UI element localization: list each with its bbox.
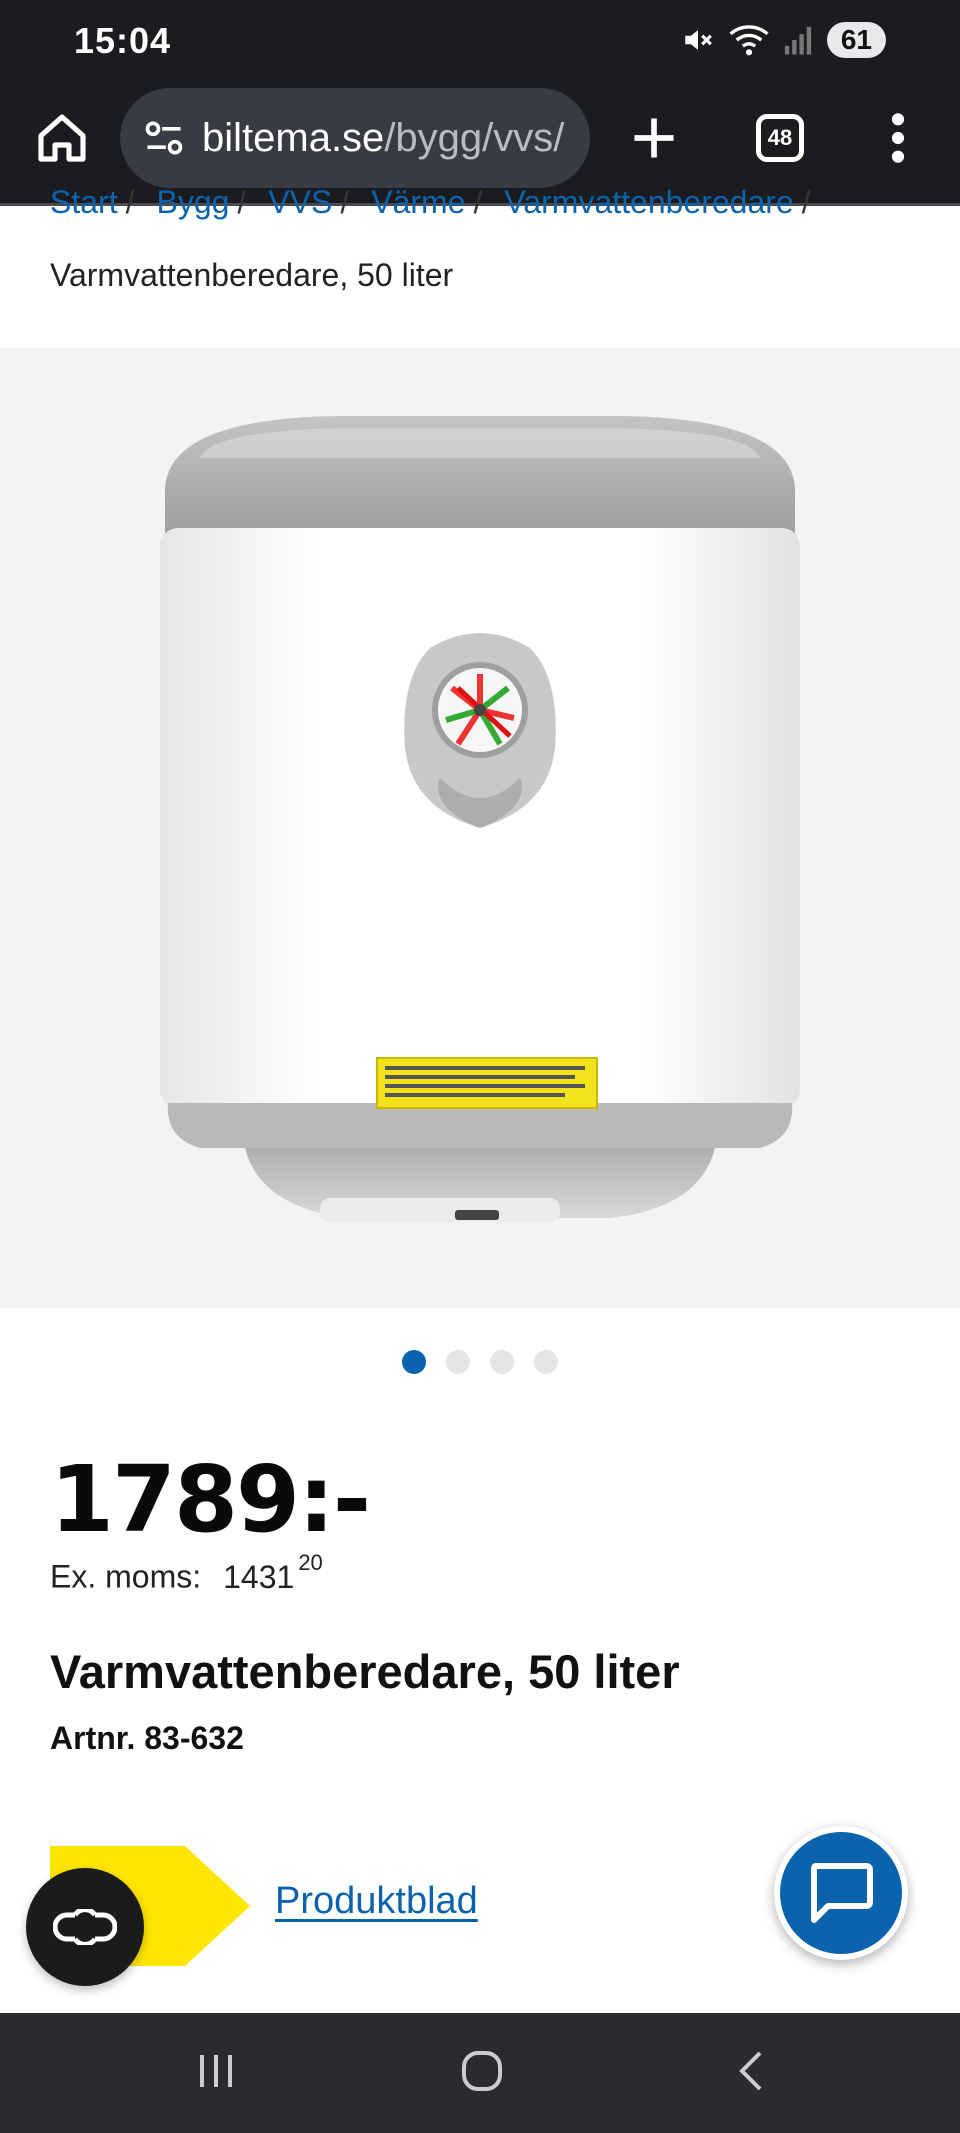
- browser-toolbar: biltema.se/bygg/vvs/ 48: [0, 84, 960, 206]
- carousel-dot-2[interactable]: [446, 1350, 470, 1374]
- tab-switcher-button[interactable]: 48: [756, 114, 804, 162]
- breadcrumb-start[interactable]: Start: [50, 190, 118, 221]
- more-menu-icon[interactable]: [886, 110, 910, 166]
- carousel-dot-3[interactable]: [490, 1350, 514, 1374]
- url-path: /bygg/vvs/: [384, 115, 565, 160]
- infinity-link-icon: [53, 1909, 117, 1945]
- compare-button[interactable]: [26, 1868, 144, 1986]
- breadcrumb-varmvattenberedare[interactable]: Varmvattenberedare: [504, 190, 793, 221]
- home-icon[interactable]: [34, 110, 90, 166]
- mute-icon: [685, 30, 712, 50]
- nav-home-icon[interactable]: [460, 2049, 504, 2093]
- article-number: Artnr. 83-632: [50, 1720, 244, 1756]
- breadcrumb-separator: /: [125, 190, 135, 220]
- carousel-dot-1[interactable]: [402, 1350, 426, 1374]
- url-domain: biltema.se: [202, 115, 385, 160]
- carousel-dot-4[interactable]: [534, 1350, 558, 1374]
- address-bar[interactable]: biltema.se/bygg/vvs/: [120, 88, 590, 188]
- chat-button[interactable]: [774, 1826, 908, 1960]
- breadcrumb-vvs[interactable]: VVS: [268, 190, 332, 221]
- ex-moms-decimals: 20: [298, 1550, 323, 1575]
- product-price: 1789:-: [50, 1446, 371, 1553]
- back-icon[interactable]: [732, 2051, 772, 2091]
- url-text[interactable]: biltema.se/bygg/vvs/: [202, 116, 578, 161]
- chat-icon: [811, 1863, 873, 1923]
- site-settings-icon[interactable]: [142, 116, 186, 160]
- signal-icon: [784, 26, 811, 55]
- status-time: 15:04: [74, 20, 172, 61]
- new-tab-icon[interactable]: [628, 112, 680, 164]
- breadcrumb-separator: /: [237, 190, 247, 220]
- price-ex-moms: Ex. moms: 1431 20: [50, 1550, 323, 1596]
- status-bar: 15:04 61: [0, 0, 960, 84]
- status-icons: 61: [681, 22, 886, 58]
- wifi-icon: [729, 25, 769, 56]
- produktblad-link[interactable]: Produktblad: [275, 1880, 478, 1923]
- breadcrumb-current: Varmvattenberedare, 50 liter: [50, 257, 454, 293]
- ex-moms-value: 1431: [223, 1558, 295, 1595]
- carousel-dots: [0, 1350, 960, 1374]
- product-image-carousel[interactable]: [0, 348, 960, 1308]
- breadcrumb-separator: /: [473, 190, 483, 220]
- water-heater-image: [160, 416, 800, 1222]
- recent-apps-icon[interactable]: [196, 2051, 236, 2091]
- ex-moms-label: Ex. moms:: [50, 1558, 202, 1595]
- breadcrumb-separator: /: [801, 190, 811, 220]
- system-nav-bar: [0, 2013, 960, 2133]
- battery-indicator: 61: [826, 22, 886, 58]
- breadcrumb: Start / Bygg / VVS / Värme / Varmvattenbered…: [50, 190, 950, 230]
- breadcrumb-bygg[interactable]: Bygg: [156, 190, 229, 221]
- product-title: Varmvattenberedare, 50 liter: [50, 1645, 680, 1698]
- breadcrumb-separator: /: [340, 190, 350, 220]
- breadcrumb-varme[interactable]: Värme: [371, 190, 465, 221]
